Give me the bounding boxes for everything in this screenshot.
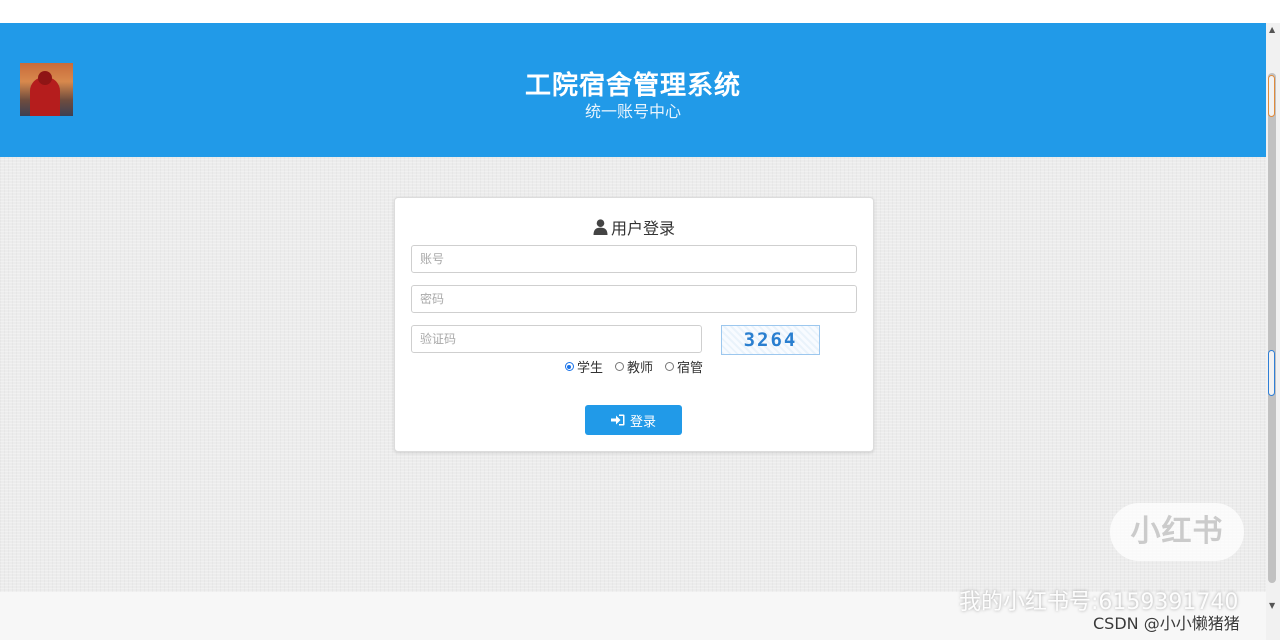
role-dorm-manager-label: 宿管 xyxy=(677,361,704,376)
role-student-label: 学生 xyxy=(576,361,603,376)
account-input[interactable] xyxy=(411,245,857,273)
scrollbar[interactable]: ▲ ▼ xyxy=(1266,23,1280,640)
login-title-text: 用户登录 xyxy=(610,219,675,238)
captcha-image[interactable]: 3264 xyxy=(721,325,820,355)
site-header: 工院宿舍管理系统 统一账号中心 xyxy=(0,23,1266,157)
scroll-marker-orange xyxy=(1268,75,1275,117)
watermark-logo: 小红书 xyxy=(1110,503,1244,561)
role-teacher[interactable]: 教师 xyxy=(614,357,653,376)
radio-dorm-manager[interactable] xyxy=(665,362,674,371)
sign-in-icon xyxy=(610,414,625,426)
scroll-marker-blue xyxy=(1268,350,1275,396)
role-student[interactable]: 学生 xyxy=(564,357,603,376)
role-dorm-manager[interactable]: 宿管 xyxy=(665,357,703,376)
login-button[interactable]: 登录 xyxy=(585,405,682,435)
top-strip xyxy=(0,0,1266,23)
site-title: 工院宿舍管理系统 xyxy=(524,71,741,101)
watermark-csdn: CSDN @小小懒猪猪 xyxy=(1093,614,1240,633)
scroll-thumb[interactable] xyxy=(1268,73,1276,583)
password-input[interactable] xyxy=(411,285,857,313)
role-teacher-label: 教师 xyxy=(626,361,653,376)
role-selector: 学生 教师 宿管 xyxy=(395,357,873,376)
user-icon xyxy=(593,219,608,235)
radio-student[interactable] xyxy=(564,362,574,371)
scroll-up-icon[interactable]: ▲ xyxy=(1269,25,1275,34)
site-subtitle: 统一账号中心 xyxy=(584,102,681,121)
radio-teacher[interactable] xyxy=(614,362,624,371)
login-title: 用户登录 xyxy=(395,215,873,239)
login-card: 用户登录 3264 学生 教师 宿管 登录 xyxy=(394,197,874,452)
scroll-down-icon[interactable]: ▼ xyxy=(1269,601,1275,610)
login-button-label: 登录 xyxy=(629,414,656,430)
captcha-input[interactable] xyxy=(411,325,702,353)
